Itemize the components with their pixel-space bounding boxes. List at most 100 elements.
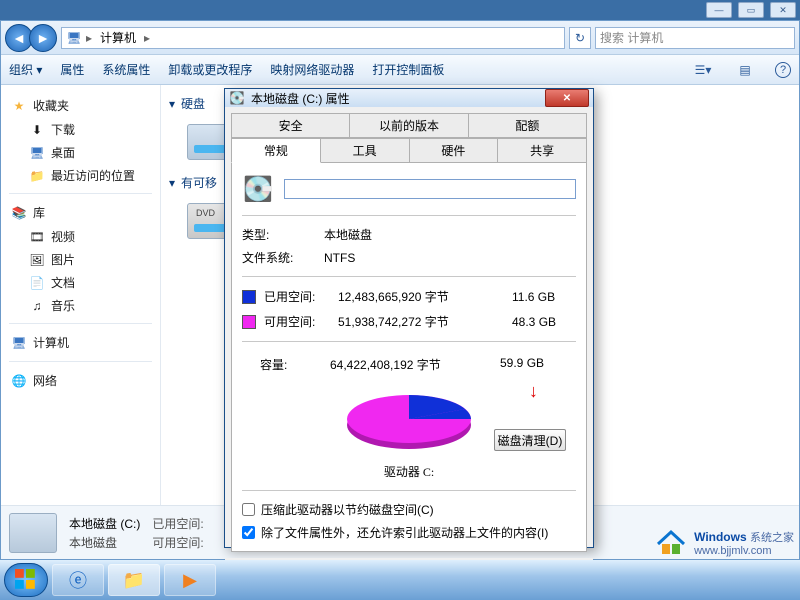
used-bytes: 12,483,665,920 字节 <box>338 288 508 305</box>
sidebar-label: 最近访问的位置 <box>51 167 135 184</box>
drive-icon: 💽 <box>229 90 245 106</box>
sidebar-label: 网络 <box>33 372 57 389</box>
help-button[interactable]: ? <box>775 62 791 78</box>
computer-icon: 🖥 <box>66 30 82 46</box>
minimize-button[interactable]: — <box>706 2 732 18</box>
dialog-titlebar[interactable]: 💽 本地磁盘 (C:) 属性 ✕ <box>225 89 593 107</box>
tab-tools[interactable]: 工具 <box>321 138 410 163</box>
search-input[interactable]: 搜索 计算机 <box>595 27 795 49</box>
sidebar-libraries[interactable]: 📚库 <box>5 200 156 225</box>
collapse-icon: ▾ <box>169 97 175 111</box>
house-icon <box>654 528 688 558</box>
search-placeholder: 搜索 计算机 <box>600 29 663 46</box>
sidebar-label: 收藏夹 <box>33 97 69 114</box>
sidebar-downloads[interactable]: ⬇下载 <box>5 118 156 141</box>
sidebar-favorites[interactable]: ★ 收藏夹 <box>5 93 156 118</box>
nav-bar: ◄ ► 🖥 ▸ 计算机 ▸ ↻ 搜索 计算机 <box>1 21 799 55</box>
organize-menu[interactable]: 组织 ▾ <box>9 61 42 78</box>
folder-icon: 📁 <box>123 570 145 591</box>
recent-icon: 📁 <box>29 168 45 184</box>
used-label: 已用空间: <box>264 288 334 305</box>
tab-sharing[interactable]: 共享 <box>498 138 587 163</box>
compress-checkbox[interactable] <box>242 503 255 516</box>
forward-button[interactable]: ► <box>29 24 57 52</box>
tab-hardware[interactable]: 硬件 <box>410 138 499 163</box>
sidebar-label: 视频 <box>51 228 75 245</box>
sidebar-computer[interactable]: 🖥计算机 <box>5 330 156 355</box>
free-label: 可用空间: <box>264 313 334 330</box>
sidebar-label: 桌面 <box>51 144 75 161</box>
sidebar-label: 音乐 <box>51 297 75 314</box>
windows-logo-icon <box>15 569 37 591</box>
fs-label: 文件系统: <box>242 249 314 266</box>
media-icon: ▶ <box>183 570 197 591</box>
capacity-gb: 59.9 GB <box>500 356 560 373</box>
star-icon: ★ <box>11 98 27 114</box>
watermark-brand: Windows <box>694 530 747 544</box>
refresh-button[interactable]: ↻ <box>569 27 591 49</box>
sidebar-label: 库 <box>33 204 45 221</box>
dialog-close-button[interactable]: ✕ <box>545 89 589 107</box>
tab-previous-versions[interactable]: 以前的版本 <box>350 113 468 138</box>
tab-security[interactable]: 安全 <box>231 113 350 138</box>
free-gb: 48.3 GB <box>512 315 572 329</box>
breadcrumb-sep: ▸ <box>144 31 150 45</box>
used-swatch <box>242 290 256 304</box>
network-icon: 🌐 <box>11 373 27 389</box>
compress-checkbox-row[interactable]: 压缩此驱动器以节约磁盘空间(C) <box>242 501 576 518</box>
download-icon: ⬇ <box>29 122 45 138</box>
collapse-icon: ▾ <box>169 176 175 190</box>
control-panel-button[interactable]: 打开控制面板 <box>372 61 444 78</box>
type-value: 本地磁盘 <box>324 226 372 243</box>
section-label: 有可移 <box>181 174 217 191</box>
section-label: 硬盘 <box>181 95 205 112</box>
sidebar-documents[interactable]: 📄文档 <box>5 271 156 294</box>
disk-cleanup-button[interactable]: 磁盘清理(D) <box>494 429 566 451</box>
properties-button[interactable]: 属性 <box>60 61 84 78</box>
sidebar-recent[interactable]: 📁 最近访问的位置 <box>5 164 156 187</box>
tab-panel-general: 💽 类型:本地磁盘 文件系统:NTFS 已用空间: 12,483,665,920… <box>231 163 587 552</box>
system-properties-button[interactable]: 系统属性 <box>102 61 150 78</box>
sidebar-network[interactable]: 🌐 网络 <box>5 368 156 393</box>
sidebar-label: 图片 <box>51 251 75 268</box>
volume-label-input[interactable] <box>284 179 576 199</box>
sidebar-videos[interactable]: 🎞 视频 <box>5 225 156 248</box>
details-free-label: 可用空间: <box>152 534 203 551</box>
capacity-label: 容量: <box>242 356 330 373</box>
tab-quota[interactable]: 配额 <box>469 113 587 138</box>
free-swatch <box>242 315 256 329</box>
taskbar-media-player[interactable]: ▶ <box>164 564 216 596</box>
index-label: 除了文件属性外，还允许索引此驱动器上文件的内容(I) <box>261 524 548 541</box>
taskbar: ⓔ 📁 ▶ <box>0 560 800 600</box>
maximize-button[interactable]: ▭ <box>738 2 764 18</box>
tab-general[interactable]: 常规 <box>231 138 321 163</box>
drive-label: 驱动器 C: <box>242 463 576 480</box>
index-checkbox[interactable] <box>242 526 255 539</box>
map-drive-button[interactable]: 映射网络驱动器 <box>270 61 354 78</box>
index-checkbox-row[interactable]: 除了文件属性外，还允许索引此驱动器上文件的内容(I) <box>242 524 576 541</box>
library-icon: 📚 <box>11 205 27 221</box>
taskbar-ie[interactable]: ⓔ <box>52 564 104 596</box>
view-mode-button[interactable]: ☰▾ <box>691 60 715 80</box>
properties-dialog: 💽 本地磁盘 (C:) 属性 ✕ 安全 以前的版本 配额 常规 工具 硬件 共享… <box>224 88 594 548</box>
address-bar[interactable]: 🖥 ▸ 计算机 ▸ <box>61 27 565 49</box>
capacity-bytes: 64,422,408,192 字节 <box>330 356 500 373</box>
start-button[interactable] <box>4 563 48 597</box>
drive-icon <box>9 513 57 553</box>
close-window-button[interactable]: ✕ <box>770 2 796 18</box>
desktop-icon: 🖥 <box>29 145 45 161</box>
toolbar: 组织 ▾ 属性 系统属性 卸载或更改程序 映射网络驱动器 打开控制面板 ☰▾ ▤… <box>1 55 799 85</box>
sidebar-pictures[interactable]: 🖼图片 <box>5 248 156 271</box>
type-label: 类型: <box>242 226 314 243</box>
drive-icon: 💽 <box>242 173 274 205</box>
video-icon: 🎞 <box>29 229 45 245</box>
taskbar-explorer[interactable]: 📁 <box>108 564 160 596</box>
details-used-label: 已用空间: <box>152 515 203 532</box>
details-subtitle: 本地磁盘 <box>69 534 140 551</box>
preview-pane-button[interactable]: ▤ <box>733 60 757 80</box>
sidebar-desktop[interactable]: 🖥 桌面 <box>5 141 156 164</box>
sidebar-label: 文档 <box>51 274 75 291</box>
sidebar-music[interactable]: ♫音乐 <box>5 294 156 317</box>
breadcrumb-root[interactable]: 计算机 <box>96 29 140 46</box>
uninstall-button[interactable]: 卸载或更改程序 <box>168 61 252 78</box>
